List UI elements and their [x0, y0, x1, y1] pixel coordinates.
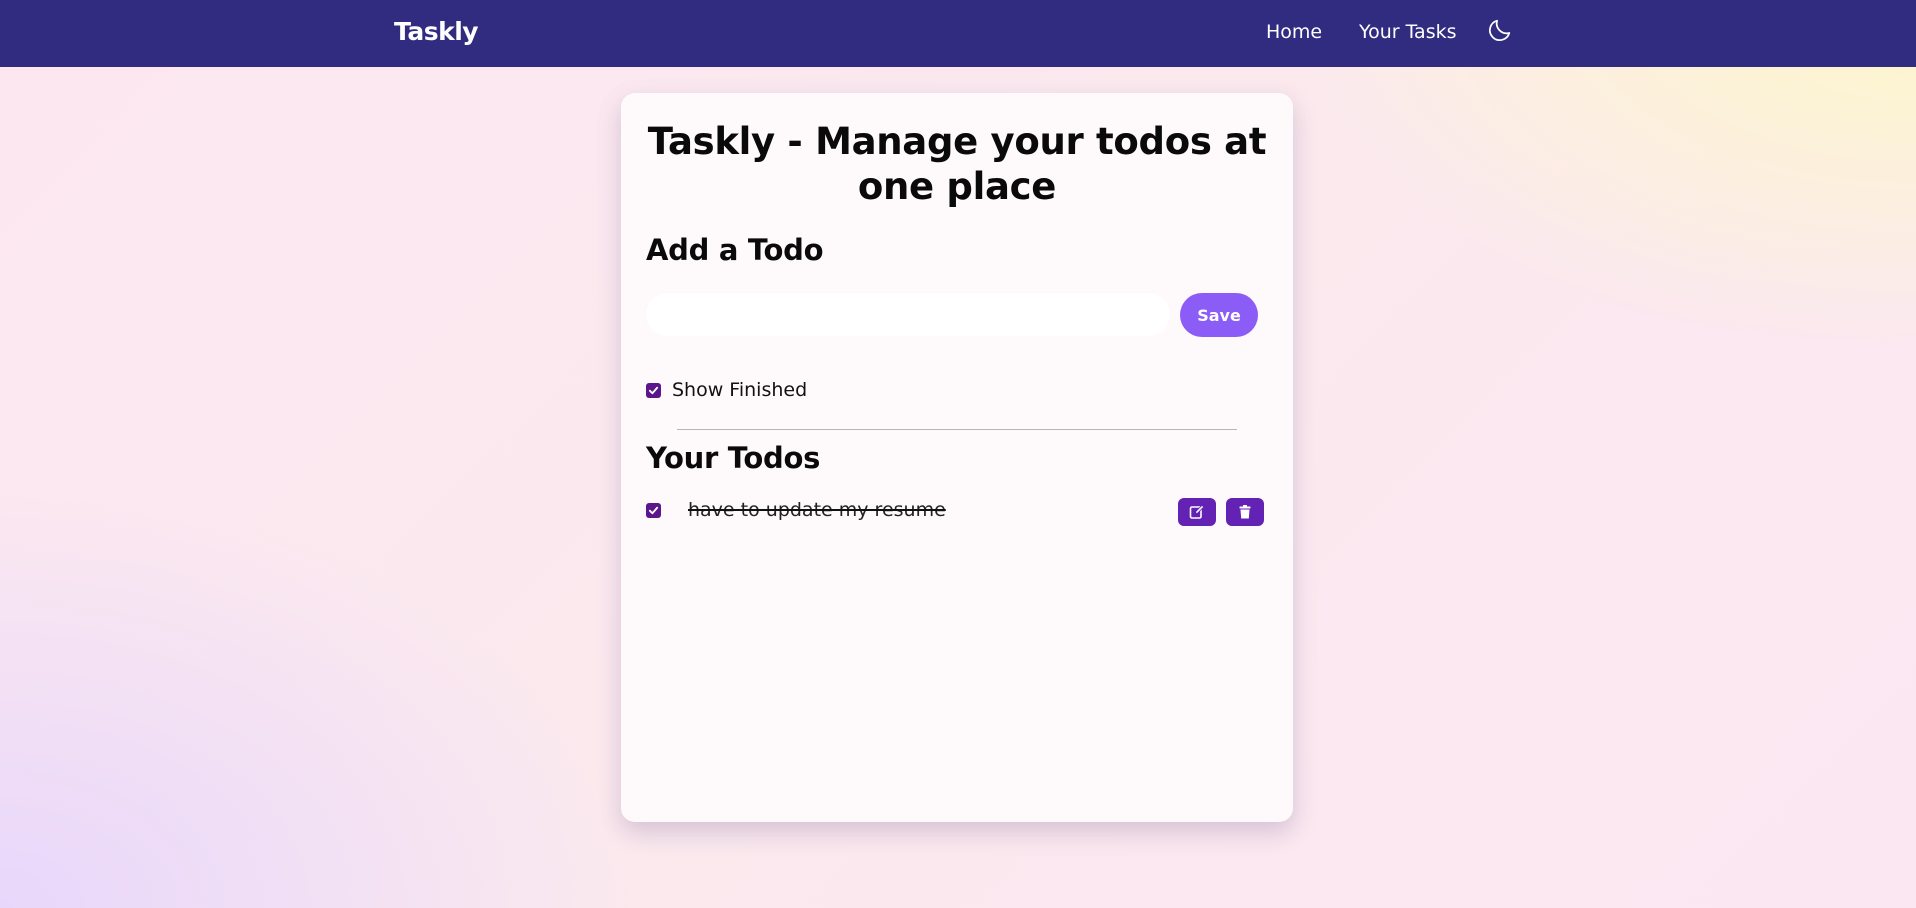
check-icon [648, 506, 659, 515]
brand-logo[interactable]: Taskly [394, 17, 479, 46]
navbar: Taskly Home Your Tasks [0, 0, 1916, 67]
trash-icon [1239, 505, 1251, 519]
show-finished-label[interactable]: Show Finished [672, 379, 807, 401]
todo-complete-checkbox[interactable] [646, 503, 661, 518]
edit-todo-button[interactable] [1178, 498, 1216, 526]
add-todo-heading: Add a Todo [646, 233, 824, 267]
nav-link-home[interactable]: Home [1266, 21, 1322, 43]
nav-link-your-tasks[interactable]: Your Tasks [1359, 21, 1457, 43]
divider [677, 429, 1237, 430]
todo-text: have to update my resume [688, 499, 946, 521]
show-finished-checkbox[interactable] [646, 383, 661, 398]
page-title: Taskly - Manage your todos at one place [647, 120, 1267, 208]
todo-item: have to update my resume [646, 495, 1264, 526]
edit-icon [1189, 504, 1205, 519]
todo-card: Taskly - Manage your todos at one place … [621, 93, 1293, 822]
todo-input[interactable] [646, 293, 1170, 336]
save-button[interactable]: Save [1180, 293, 1258, 337]
your-todos-heading: Your Todos [646, 441, 821, 475]
moon-icon[interactable] [1486, 16, 1514, 44]
check-icon [648, 386, 659, 395]
delete-todo-button[interactable] [1226, 498, 1264, 526]
